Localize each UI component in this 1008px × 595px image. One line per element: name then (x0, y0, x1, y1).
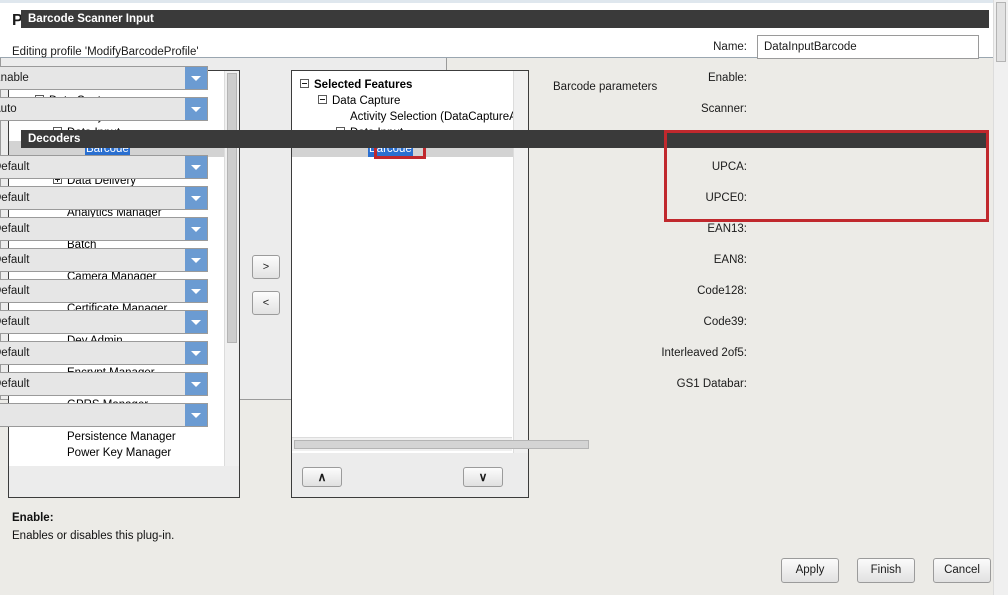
barcode-parameters-panel: Barcode Scanner Input Name:DataInputBarco… (0, 0, 447, 400)
chevron-down-icon[interactable] (185, 280, 207, 302)
parameter-dropdown[interactable]: Default (0, 372, 208, 396)
parameter-dropdown[interactable]: Default (0, 248, 208, 272)
chevron-down-icon[interactable] (185, 187, 207, 209)
parameter-row: Code39:Default (0, 310, 447, 338)
parameter-dropdown[interactable]: Default (0, 310, 208, 334)
parameters-scroll-area: Barcode Scanner Input Name:DataInputBarco… (0, 0, 447, 400)
chevron-down-icon[interactable] (185, 98, 207, 120)
finish-button[interactable]: Finish (857, 558, 915, 583)
chevron-down-icon[interactable] (185, 249, 207, 271)
parameter-dropdown[interactable]: Default (0, 279, 208, 303)
help-description: Enables or disables this plug-in. (12, 530, 174, 542)
parameter-row: Name:DataInputBarcode (0, 35, 447, 63)
help-title: Enable: (12, 512, 54, 524)
parameter-row: Scanner:Auto (0, 97, 447, 125)
parameter-row: Code128:Default (0, 279, 447, 307)
chevron-down-icon[interactable] (185, 218, 207, 240)
chevron-down-icon[interactable] (185, 342, 207, 364)
section-header: Decoders (21, 130, 447, 148)
chevron-down-icon[interactable] (185, 67, 207, 89)
parameter-dropdown[interactable]: Default (0, 155, 208, 179)
parameter-dropdown[interactable]: Default (0, 341, 208, 365)
chevron-down-icon[interactable] (185, 311, 207, 333)
parameter-row: GS1 Databar:Default (0, 372, 447, 400)
parameter-row: UPCE0:Default (0, 186, 447, 214)
apply-button[interactable]: Apply (781, 558, 839, 583)
chevron-down-icon[interactable] (185, 373, 207, 395)
parameter-row: EAN13:Default (0, 217, 447, 245)
parameter-row: EAN8:Default (0, 248, 447, 276)
parameter-row: Interleaved 2of5:Default (0, 341, 447, 369)
parameter-row: UPCA:Default (0, 155, 447, 183)
parameter-dropdown[interactable]: Enable (0, 66, 208, 90)
cancel-button[interactable]: Cancel (933, 558, 991, 583)
profile-editor-window: Profile Editor Editing profile 'ModifyBa… (0, 0, 1008, 595)
parameter-dropdown[interactable]: Auto (0, 97, 208, 121)
parameter-dropdown[interactable]: Default (0, 217, 208, 241)
section-header: Barcode Scanner Input (21, 10, 447, 28)
chevron-down-icon[interactable] (185, 156, 207, 178)
parameter-dropdown[interactable]: Default (0, 186, 208, 210)
parameter-row: Enable:Enable (0, 66, 447, 94)
